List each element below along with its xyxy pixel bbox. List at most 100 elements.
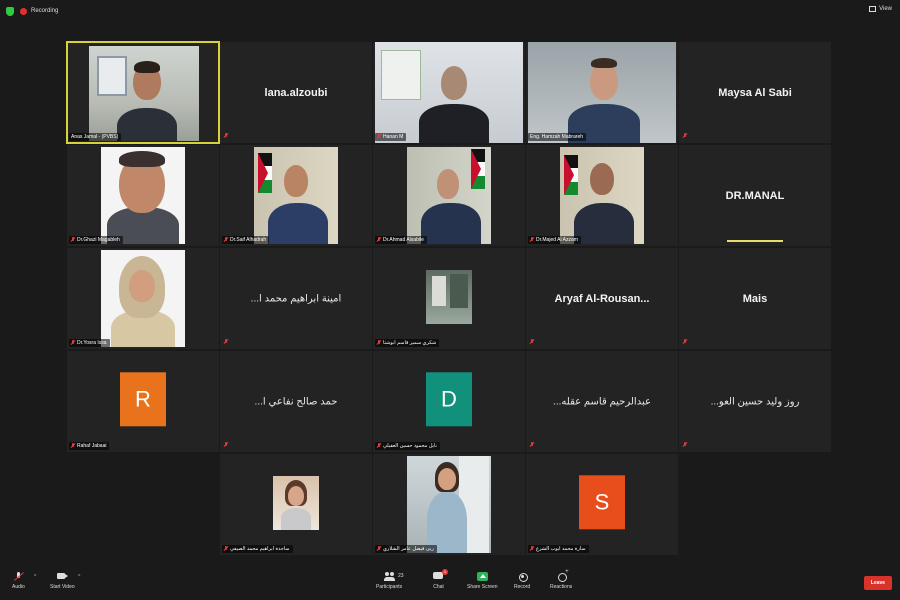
participant-name-tag: سارة محمد ايوب الشرع [528, 545, 589, 553]
muted-mic-icon [224, 442, 228, 448]
muted-mic-icon [71, 340, 75, 346]
video-tile-active-speaker[interactable]: Anas Jamal - (PVBS) [66, 41, 220, 144]
participant-name: ...امينة ابراهيم محمد ا [250, 293, 342, 304]
participant-tile[interactable]: ...امينة ابراهيم محمد ا [220, 248, 372, 349]
video-options-caret-icon[interactable]: ^ [78, 574, 80, 580]
share-screen-button[interactable]: Share Screen [467, 572, 498, 590]
participant-tile[interactable]: ...روز وليد حسين العو [679, 351, 831, 452]
chat-button[interactable]: 1 Chat [433, 569, 448, 590]
participant-name-tag: Dr.Ahmad Alsabile [375, 236, 427, 244]
participant-name: ...روز وليد حسين العو [710, 396, 800, 407]
participant-video [407, 147, 491, 244]
start-video-button[interactable]: Start Video [50, 572, 75, 590]
leave-button[interactable]: Leave [864, 576, 892, 590]
participant-name-tag: شكري سمير قاسم ابوشتا [375, 339, 440, 347]
reactions-button[interactable]: Reactions [550, 569, 572, 590]
participant-tile[interactable]: ...عبدالرحيم قاسم عقله [526, 351, 678, 452]
muted-mic-icon [224, 237, 228, 243]
share-screen-icon [476, 572, 488, 581]
participant-name-tag: Dr.Saif Alhadrah [222, 236, 270, 244]
audio-options-caret-icon[interactable]: ^ [34, 574, 36, 580]
video-tile[interactable]: Dr.Majed Al Azzam [526, 145, 678, 246]
reactions-icon [556, 569, 569, 582]
chat-unread-badge: 1 [442, 569, 448, 575]
participant-name: DR.MANAL [725, 189, 785, 202]
participant-video [560, 147, 644, 244]
avatar: R [120, 371, 166, 426]
participant-name-tag: Hanan M [375, 133, 407, 141]
gallery-grid: Anas Jamal - (PVBS) lana.alzoubi Hanan M… [66, 41, 832, 557]
participant-video [375, 42, 523, 143]
video-tile[interactable]: Dr.Yosra Issa [67, 248, 219, 349]
muted-mic-icon [224, 339, 228, 345]
participant-name-tag: Dr.Yosra Issa [69, 339, 110, 347]
record-icon [517, 572, 528, 582]
participant-tile[interactable]: Mais [679, 248, 831, 349]
muted-mic-icon [377, 134, 381, 140]
participant-name: ...حمد صالح نفاعي ا [254, 396, 338, 407]
muted-mic-icon [377, 546, 381, 552]
record-button[interactable]: Record [514, 572, 530, 590]
avatar-tile[interactable]: R Rahaf Jabaai [67, 351, 219, 452]
profile-photo [273, 476, 319, 530]
avatar: D [426, 371, 472, 426]
muted-mic-icon [71, 443, 75, 449]
participant-name: Maysa Al Sabi [718, 86, 792, 99]
avatar-tile[interactable]: D نايل محمود حسين العقيلي [373, 351, 525, 452]
view-button[interactable]: View [869, 6, 892, 12]
participant-name: Aryaf Al-Rousan... [554, 292, 650, 305]
participant-name-tag: Rahaf Jabaai [69, 442, 110, 450]
participant-tile[interactable]: ...حمد صالح نفاعي ا [220, 351, 372, 452]
participant-name-tag: Anas Jamal - (PVBS) [69, 133, 122, 141]
muted-mic-icon [13, 572, 24, 581]
video-tile[interactable]: Dr.Ghazi Magableh [67, 145, 219, 246]
video-tile[interactable]: Eng. Hamzah Mabrareh [526, 42, 678, 143]
participant-tile[interactable]: lana.alzoubi [220, 42, 372, 143]
jordan-flag-icon [564, 155, 578, 195]
meeting-toolbar: Audio ^ Start Video ^ Participants 23 1 … [0, 564, 900, 600]
muted-mic-icon [683, 442, 687, 448]
muted-mic-icon [530, 339, 534, 345]
participant-name-tag: Dr.Ghazi Magableh [69, 236, 123, 244]
start-video-label: Start Video [50, 584, 75, 590]
muted-mic-icon [377, 340, 381, 346]
avatar-tile[interactable]: S سارة محمد ايوب الشرع [526, 454, 678, 555]
grid-view-icon [869, 6, 877, 12]
audio-label: Audio [12, 584, 25, 590]
participant-name-tag: Dr.Majed Al Azzam [528, 236, 581, 244]
participant-name: Mais [742, 292, 768, 305]
view-label: View [879, 6, 892, 12]
participants-label: Participants [376, 584, 403, 590]
jordan-flag-icon [471, 149, 485, 189]
video-tile[interactable]: Dr.Ahmad Alsabile [373, 145, 525, 246]
muted-mic-icon [530, 442, 534, 448]
participant-video [407, 456, 491, 553]
participant-name: lana.alzoubi [264, 86, 328, 99]
participant-name-tag: Eng. Hamzah Mabrareh [528, 133, 587, 141]
speaking-indicator [727, 240, 783, 242]
top-bar: Recording View [0, 0, 900, 22]
muted-mic-icon [224, 133, 228, 139]
participant-tile[interactable]: Maysa Al Sabi [679, 42, 831, 143]
jordan-flag-icon [258, 153, 272, 193]
audio-button[interactable]: Audio [12, 572, 25, 590]
security-shield-icon[interactable] [6, 6, 14, 16]
video-tile[interactable]: Hanan M [373, 42, 525, 143]
participant-name-tag: نايل محمود حسين العقيلي [375, 442, 440, 450]
muted-mic-icon [377, 237, 381, 243]
participants-count: 23 [398, 573, 404, 579]
video-tile[interactable]: ربى فيصل عامر الشلاري [373, 454, 525, 555]
profile-photo [426, 270, 472, 324]
video-tile[interactable]: Dr.Saif Alhadrah [220, 145, 372, 246]
participant-tile-speaking[interactable]: DR.MANAL [679, 145, 831, 246]
share-screen-label: Share Screen [467, 584, 498, 590]
profile-photo-tile[interactable]: ساجدة ابراهيم محمد الصيفي [220, 454, 372, 555]
muted-mic-icon [530, 237, 534, 243]
participant-video [254, 147, 338, 244]
profile-photo-tile[interactable]: شكري سمير قاسم ابوشتا [373, 248, 525, 349]
avatar: S [579, 474, 625, 529]
participant-name-tag: ساجدة ابراهيم محمد الصيفي [222, 545, 293, 553]
muted-mic-icon [683, 339, 687, 345]
participant-tile[interactable]: Aryaf Al-Rousan... [526, 248, 678, 349]
participant-video [528, 42, 676, 143]
